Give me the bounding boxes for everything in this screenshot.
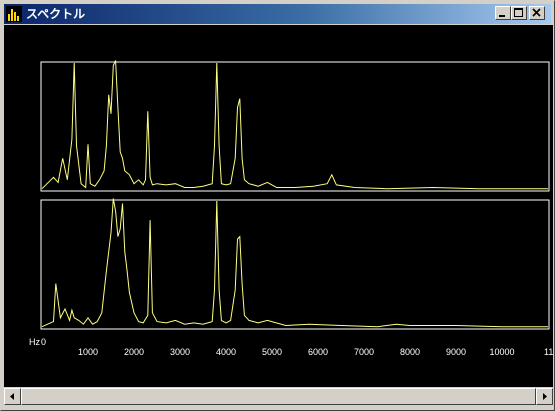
minimize-icon — [499, 15, 505, 17]
horizontal-scrollbar[interactable] — [4, 388, 553, 405]
title-bar[interactable]: スペクトル — [4, 4, 551, 24]
close-button[interactable] — [529, 6, 545, 20]
close-icon — [532, 8, 541, 17]
spectrum-chart: Hz 0 1000 2000 3000 4000 5000 6000 7000 8000 900… — [29, 60, 553, 357]
upper-spectrum-trace — [41, 60, 548, 190]
window-title: スペクトル — [26, 7, 86, 21]
upper-plot-frame — [40, 61, 550, 192]
minimize-button[interactable] — [495, 6, 511, 20]
x-tick-label: 3000 — [170, 347, 190, 357]
x-tick-label: 9000 — [446, 347, 466, 357]
lower-spectrum-trace — [41, 198, 548, 328]
arrow-left-icon — [10, 393, 14, 400]
arrow-right-icon — [543, 393, 547, 400]
x-tick-label: 8000 — [400, 347, 420, 357]
scroll-left-button[interactable] — [4, 388, 21, 405]
lower-plot-frame — [40, 199, 550, 330]
x-tick-label: 6000 — [308, 347, 328, 357]
x-axis-unit-label: Hz — [29, 337, 40, 347]
upper-spectrum-line — [41, 60, 548, 190]
x-tick-label: 4000 — [216, 347, 236, 357]
spectrum-app-icon[interactable] — [6, 6, 22, 22]
x-tick-label: 1000 — [78, 347, 98, 357]
x-axis-tick-labels: 1000 2000 3000 4000 5000 6000 7000 8000 9000 1000… — [78, 347, 553, 357]
x-axis-zero-label: 0 — [41, 337, 46, 347]
lower-spectrum-line — [41, 198, 548, 328]
x-tick-label: 10000 — [489, 347, 514, 357]
spectrum-display: Hz 0 1000 2000 3000 4000 5000 6000 7000 8000 900… — [4, 25, 553, 387]
x-tick-label: 7000 — [354, 347, 374, 357]
spectrum-window: スペクトル Hz 0 1000 2000 3000 4000 5000 6000… — [0, 0, 555, 411]
scrollbar-thumb[interactable] — [21, 388, 536, 405]
maximize-button[interactable] — [511, 6, 527, 20]
x-tick-label: 5000 — [262, 347, 282, 357]
x-tick-label: 11 — [544, 347, 553, 357]
maximize-icon — [514, 8, 523, 17]
scroll-right-button[interactable] — [536, 388, 553, 405]
x-tick-label: 2000 — [124, 347, 144, 357]
